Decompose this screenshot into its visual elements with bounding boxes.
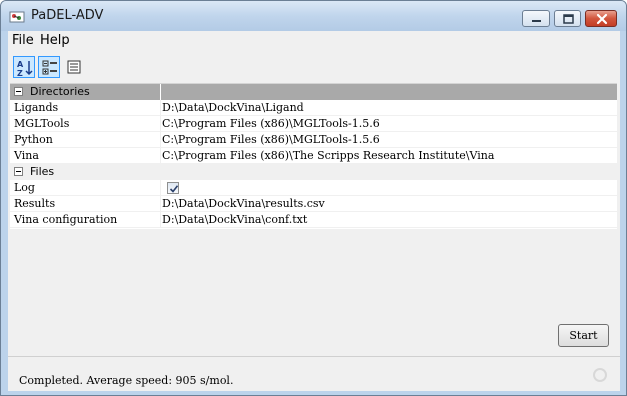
property-value[interactable]: C:\Program Files (x86)\MGLTools-1.5.6 [162, 133, 380, 146]
close-button[interactable] [585, 10, 617, 27]
property-value[interactable]: C:\Program Files (x86)\The Scripps Resea… [162, 149, 494, 162]
log-checkbox[interactable] [167, 182, 179, 194]
property-name: Python [14, 133, 53, 146]
property-row-results[interactable]: Results D:\Data\DockVina\results.csv [10, 196, 617, 212]
category-label: Directories [30, 85, 90, 98]
svg-text:A: A [17, 60, 24, 69]
property-row-log[interactable]: Log [10, 180, 617, 196]
menu-file[interactable]: File [12, 33, 34, 48]
sort-az-icon: A Z [17, 60, 33, 77]
property-pages-button[interactable] [63, 56, 85, 78]
property-value[interactable]: D:\Data\DockVina\conf.txt [162, 213, 307, 226]
minimize-button[interactable] [522, 10, 550, 27]
padel-app-icon [9, 9, 25, 25]
categorized-view-button[interactable] [38, 56, 60, 78]
column-divider [160, 116, 161, 132]
property-pages-icon [67, 60, 81, 74]
property-name: MGLTools [14, 117, 70, 130]
property-row-vina[interactable]: Vina C:\Program Files (x86)\The Scripps … [10, 148, 617, 164]
checkmark-icon [169, 185, 179, 193]
menu-help[interactable]: Help [40, 33, 70, 48]
status-text: Completed. Average speed: 905 s/mol. [19, 374, 234, 387]
column-divider [160, 84, 161, 100]
column-divider [160, 100, 161, 116]
property-grid-toolbar: A Z [8, 53, 620, 81]
property-name: Log [14, 181, 35, 194]
client-area: File Help A Z Directories Ligands D:\Dat… [8, 31, 620, 391]
svg-text:Z: Z [17, 69, 23, 77]
menu-bar: File Help [8, 31, 620, 50]
category-directories[interactable]: Directories [10, 84, 617, 100]
category-label: Files [30, 165, 55, 178]
collapse-icon[interactable] [14, 87, 23, 96]
column-divider [160, 212, 161, 228]
column-divider [160, 196, 161, 212]
categorized-icon [42, 60, 57, 75]
progress-spinner-icon [593, 368, 607, 382]
property-value[interactable]: C:\Program Files (x86)\MGLTools-1.5.6 [162, 117, 380, 130]
maximize-button[interactable] [554, 10, 581, 27]
collapse-icon[interactable] [14, 167, 23, 176]
column-divider [160, 180, 161, 196]
column-divider [160, 132, 161, 148]
property-row-vina-configuration[interactable]: Vina configuration D:\Data\DockVina\conf… [10, 212, 617, 228]
window-title: PaDEL-ADV [31, 8, 104, 23]
property-name: Vina configuration [14, 213, 118, 226]
property-value[interactable]: D:\Data\DockVina\Ligand [162, 101, 304, 114]
property-name: Vina [14, 149, 39, 162]
property-name: Results [14, 197, 56, 210]
property-row-mgltools[interactable]: MGLTools C:\Program Files (x86)\MGLTools… [10, 116, 617, 132]
sort-alphabetical-button[interactable]: A Z [13, 56, 35, 78]
category-files[interactable]: Files [10, 164, 617, 180]
property-row-ligands[interactable]: Ligands D:\Data\DockVina\Ligand [10, 100, 617, 116]
title-bar[interactable]: PaDEL-ADV [1, 1, 626, 31]
start-button[interactable]: Start [558, 324, 609, 347]
column-divider [160, 148, 161, 164]
property-value[interactable]: D:\Data\DockVina\results.csv [162, 197, 325, 210]
app-window: PaDEL-ADV File Help A Z Directories Liga… [0, 0, 627, 396]
property-row-python[interactable]: Python C:\Program Files (x86)\MGLTools-1… [10, 132, 617, 148]
property-grid: Directories Ligands D:\Data\DockVina\Lig… [10, 83, 617, 229]
close-icon [596, 13, 608, 25]
property-name: Ligands [14, 101, 59, 114]
status-separator [8, 356, 620, 357]
